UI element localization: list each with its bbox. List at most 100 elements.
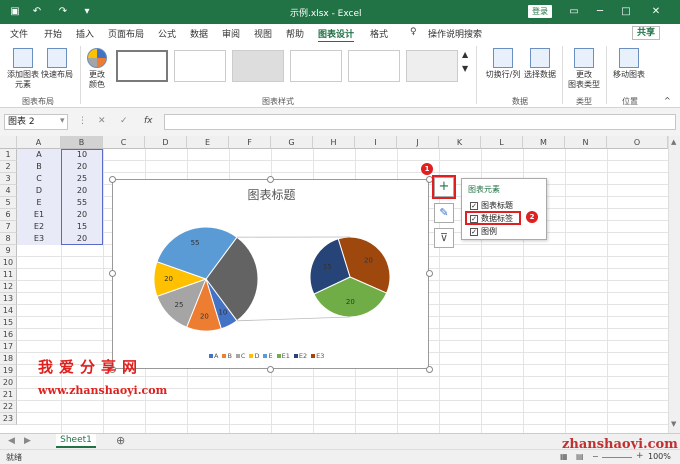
checkbox-legend[interactable]: ✓ [470,227,478,236]
resize-handle-b[interactable] [267,366,274,373]
row-header-9[interactable]: 9 [0,245,17,257]
tab-format[interactable]: 格式 [370,27,388,40]
row-header-14[interactable]: 14 [0,305,17,317]
view-normal-icon[interactable]: ▦ [560,452,568,461]
legend-entry[interactable]: B [227,352,231,360]
view-layout-icon[interactable]: ▤ [576,452,584,461]
row-header-20[interactable]: 20 [0,377,17,389]
switch-row-column-button[interactable]: 切换行/列 [484,48,522,80]
chart-style-4[interactable] [290,50,342,82]
collapse-ribbon-icon[interactable]: ^ [664,96,671,106]
col-header-l[interactable]: L [481,136,523,149]
legend-entry[interactable]: E2 [299,352,307,360]
minimize-icon[interactable]: ─ [592,4,608,20]
sheet-tab-sheet1[interactable]: Sheet1 [56,434,96,448]
change-chart-type-button[interactable]: 更改 图表类型 [566,48,602,90]
cell-a8[interactable]: E3 [17,233,61,245]
row-header-12[interactable]: 12 [0,281,17,293]
resize-handle-r[interactable] [426,270,433,277]
row-header-1[interactable]: 1 [0,149,17,161]
col-header-i[interactable]: I [355,136,397,149]
legend-entry[interactable]: E1 [282,352,290,360]
col-header-g[interactable]: G [271,136,313,149]
legend-entry[interactable]: C [241,352,246,360]
row-header-11[interactable]: 11 [0,269,17,281]
col-header-o[interactable]: O [607,136,668,149]
change-colors-button[interactable]: 更改 颜色 [84,48,110,90]
row-header-17[interactable]: 17 [0,341,17,353]
row-header-6[interactable]: 6 [0,209,17,221]
quick-layout-button[interactable]: 快速布局 [40,48,74,80]
scroll-up-icon[interactable]: ▲ [671,138,676,146]
cell-a7[interactable]: E2 [17,221,61,233]
resize-handle-l[interactable] [109,270,116,277]
pie-of-pie-chart[interactable]: 10 20 25 20 55 20 20 15 [113,180,430,370]
vertical-scrollbar[interactable]: ▲ ▼ [668,136,680,433]
data-label-d[interactable]: 20 [164,275,173,283]
tab-data[interactable]: 数据 [190,27,208,40]
col-header-c[interactable]: C [103,136,145,149]
cell-a5[interactable]: E [17,197,61,209]
cell-b1[interactable]: 10 [61,149,103,161]
tab-home[interactable]: 开始 [44,27,62,40]
legend-entry[interactable]: E3 [316,352,324,360]
move-chart-button[interactable]: 移动图表 [610,48,648,80]
tell-me-search[interactable]: 操作说明搜索 [428,27,482,40]
cancel-icon[interactable]: ✕ [98,116,106,126]
col-header-e[interactable]: E [187,136,229,149]
checkbox-chart-title[interactable]: ✓ [470,201,478,210]
row-header-13[interactable]: 13 [0,293,17,305]
col-header-f[interactable]: F [229,136,271,149]
row-header-8[interactable]: 8 [0,233,17,245]
data-label-e1[interactable]: 20 [346,298,355,306]
row-header-23[interactable]: 23 [0,413,17,425]
style-scroll-down-icon[interactable]: ▼ [462,64,468,74]
col-header-j[interactable]: J [397,136,439,149]
col-header-h[interactable]: H [313,136,355,149]
zoom-out-icon[interactable]: − [592,452,599,461]
redo-icon[interactable]: ↷ [56,5,70,19]
close-icon[interactable]: ✕ [648,4,664,20]
cell-a1[interactable]: A [17,149,61,161]
cell-b3[interactable]: 25 [61,173,103,185]
col-header-n[interactable]: N [565,136,607,149]
col-header-d[interactable]: D [145,136,187,149]
row-header-7[interactable]: 7 [0,221,17,233]
cell-b8[interactable]: 20 [61,233,103,245]
cell-b7[interactable]: 15 [61,221,103,233]
data-label-c[interactable]: 25 [175,301,184,309]
row-header-5[interactable]: 5 [0,197,17,209]
resize-handle-t[interactable] [267,176,274,183]
legend-option[interactable]: ✓ 图例 [470,227,497,237]
chart-area[interactable]: 图表标题 10 20 25 20 55 20 20 15 A B C D E E1 E2 E3 [112,179,429,369]
legend-entry[interactable]: D [254,352,259,360]
row-header-21[interactable]: 21 [0,389,17,401]
resize-handle-tl[interactable] [109,176,116,183]
enter-icon[interactable]: ✓ [120,116,128,126]
cell-b2[interactable]: 20 [61,161,103,173]
customize-qa-icon[interactable]: ▾ [80,5,94,19]
row-header-15[interactable]: 15 [0,317,17,329]
cell-b5[interactable]: 55 [61,197,103,209]
sheet-prev-icon[interactable]: ◀ [8,436,15,446]
resize-handle-br[interactable] [426,366,433,373]
cell-a6[interactable]: E1 [17,209,61,221]
select-data-button[interactable]: 选择数据 [522,48,558,80]
sheet-next-icon[interactable]: ▶ [24,436,31,446]
scroll-down-icon[interactable]: ▼ [671,420,676,428]
insert-function-icon[interactable]: fx [144,116,153,126]
cell-a4[interactable]: D [17,185,61,197]
data-label-e3[interactable]: 20 [364,256,373,264]
row-header-2[interactable]: 2 [0,161,17,173]
data-label-e2[interactable]: 15 [323,263,332,271]
style-scroll-up-icon[interactable]: ▲ [462,50,468,60]
row-header-16[interactable]: 16 [0,329,17,341]
login-button[interactable]: 登录 [528,5,552,18]
chart-filter-icon[interactable]: ⊽ [434,228,454,248]
chart-style-1[interactable] [116,50,168,82]
save-icon[interactable]: ▣ [8,5,22,19]
chart-style-5[interactable] [348,50,400,82]
cell-a2[interactable]: B [17,161,61,173]
data-label-e[interactable]: 55 [191,239,200,247]
maximize-icon[interactable]: □ [618,4,634,20]
